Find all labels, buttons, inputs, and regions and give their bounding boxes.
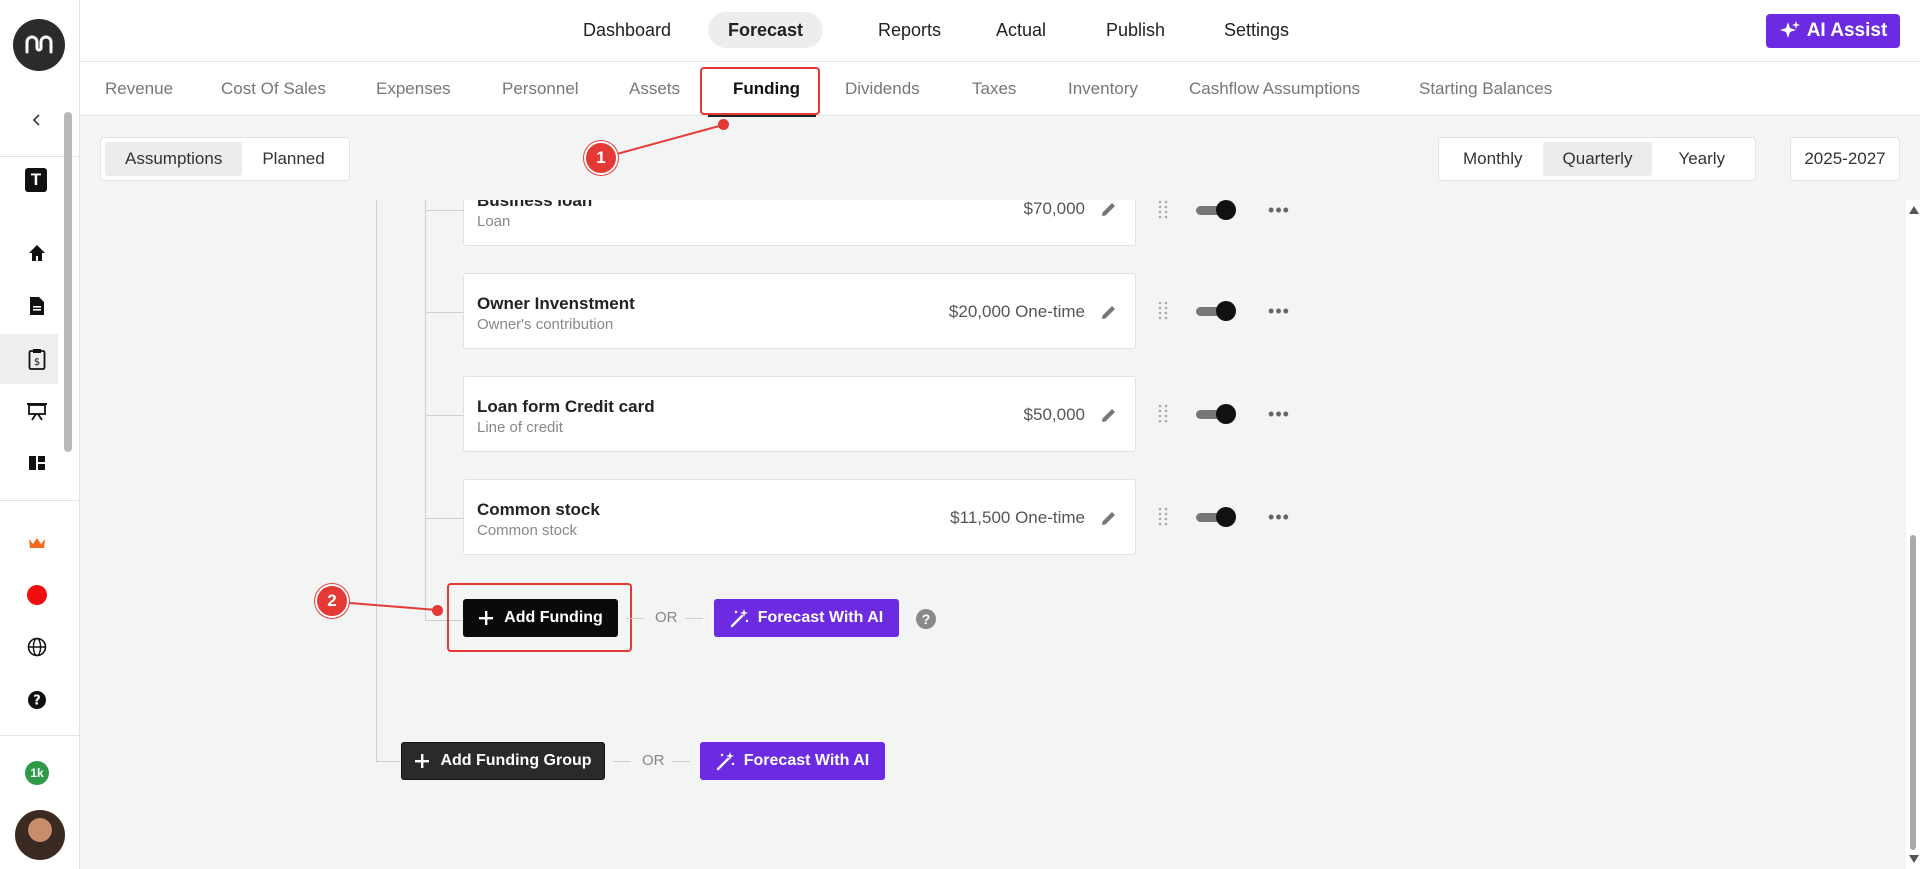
marker-pointer <box>718 119 729 130</box>
step-marker-1: 1 <box>584 141 618 175</box>
step-marker-2: 2 <box>315 584 349 618</box>
annotation-lines <box>349 124 724 611</box>
marker-pointer <box>432 605 443 616</box>
